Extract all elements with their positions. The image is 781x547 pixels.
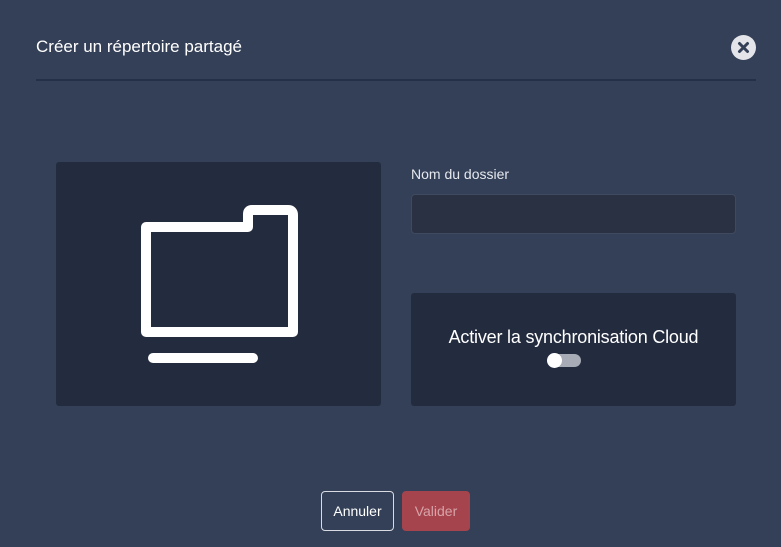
cloud-sync-panel: Activer la synchronisation Cloud [411,293,736,406]
cloud-sync-toggle[interactable] [547,353,581,368]
create-shared-folder-dialog: Créer un répertoire partagé Nom du dossi… [0,0,781,547]
folder-name-input[interactable] [411,194,736,234]
dialog-title: Créer un répertoire partagé [36,37,243,56]
cancel-button[interactable]: Annuler [321,491,394,531]
close-icon [738,42,749,53]
folder-icon [141,205,298,363]
folder-preview-panel [56,162,381,406]
folder-name-label: Nom du dossier [411,166,510,182]
cloud-sync-label: Activer la synchronisation Cloud [448,327,699,347]
toggle-knob [547,353,562,368]
validate-button[interactable]: Valider [402,491,470,531]
header-divider [36,79,756,81]
close-button[interactable] [731,35,756,60]
